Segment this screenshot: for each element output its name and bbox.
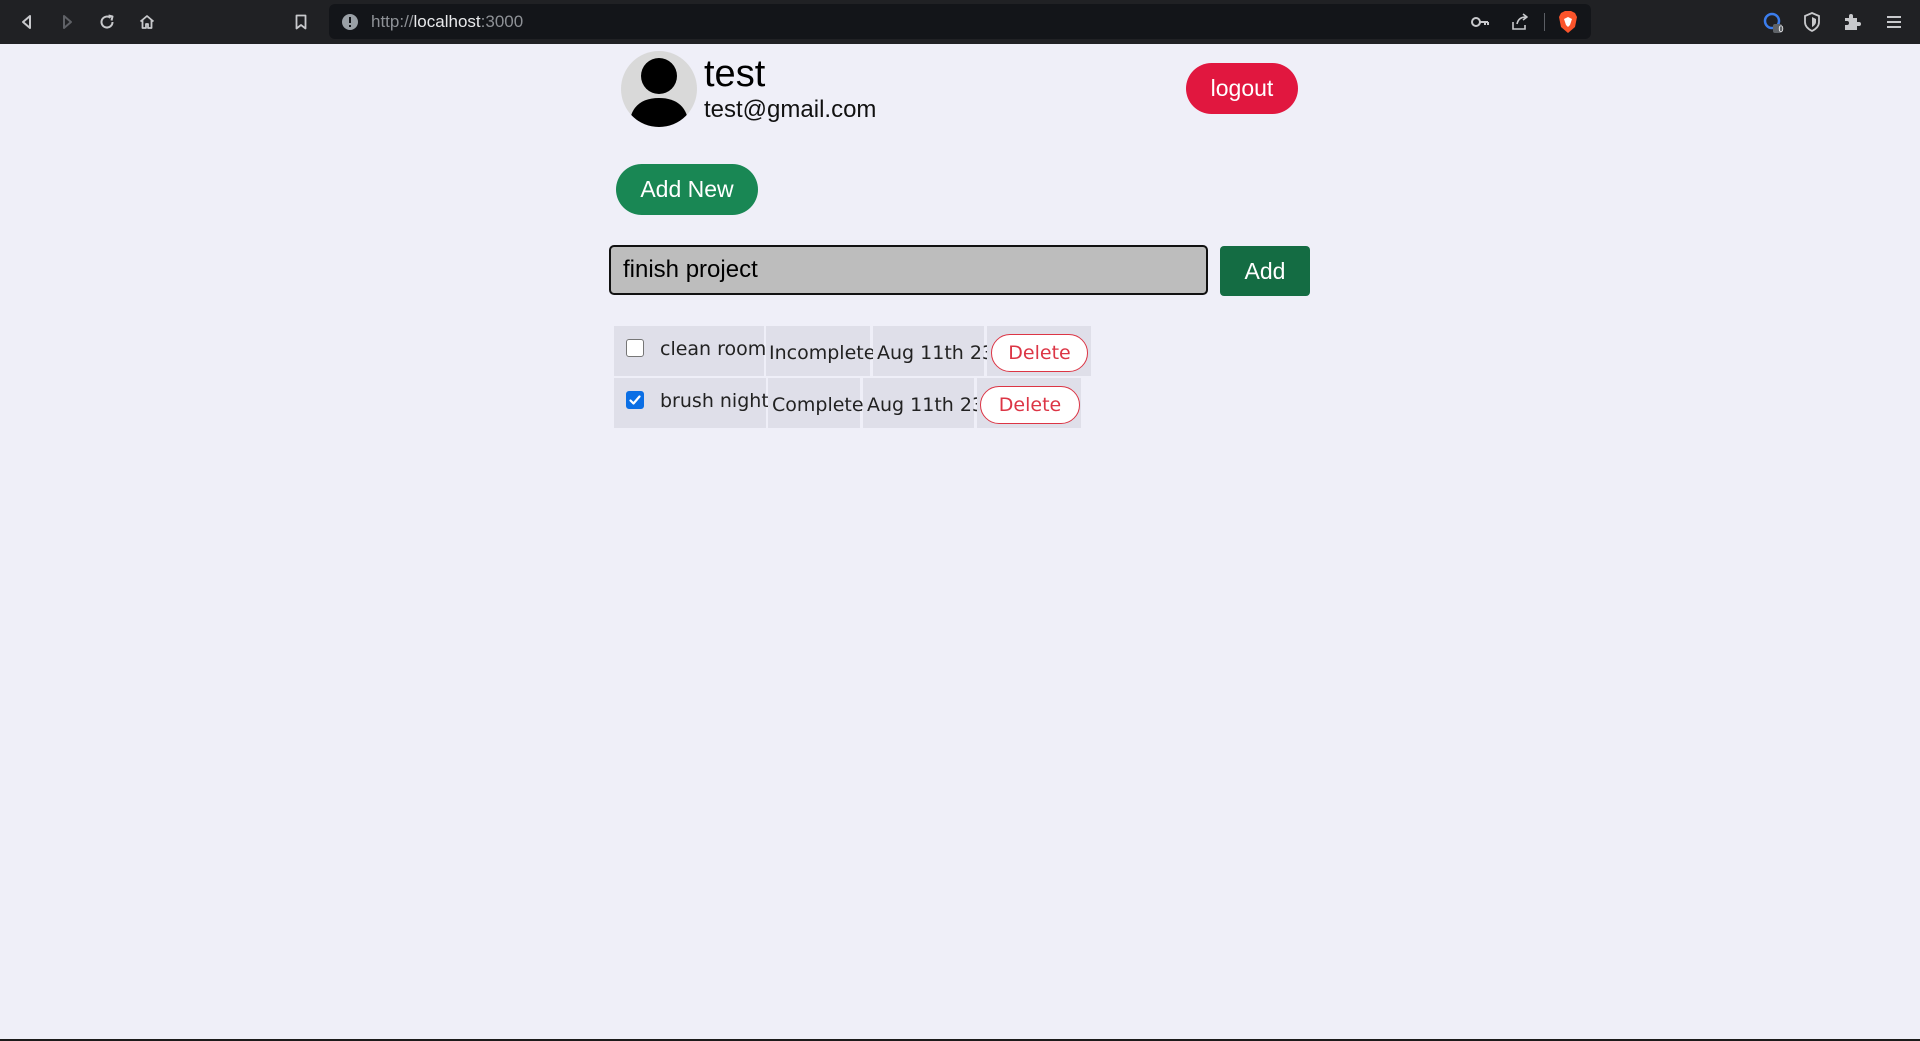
extensions-icon[interactable] [1838,8,1866,36]
todo-title-cell: clean room [614,326,767,376]
logout-button[interactable]: logout [1186,63,1298,114]
todo-checkbox[interactable] [626,391,644,409]
url-host: localhost [413,12,481,31]
todo-status: Incomplete [766,326,875,376]
vpn-shield-icon[interactable] [1798,8,1826,36]
todo-checkbox[interactable] [626,339,644,357]
key-icon[interactable] [1470,12,1490,32]
add-new-button[interactable]: Add New [616,164,758,215]
todo-input[interactable] [609,245,1208,295]
avatar [621,51,697,127]
brave-shield-icon[interactable] [1557,10,1579,34]
delete-button[interactable]: Delete [980,386,1080,424]
todo-title: clean room [660,338,767,360]
url-text[interactable]: http://localhost:3000 [371,12,523,32]
todo-date: Aug 11th 23 [863,378,984,428]
todo-title: brush night [660,390,769,412]
site-info-icon[interactable] [341,13,359,31]
add-todo-button[interactable]: Add [1220,246,1310,296]
url-scheme: http:// [371,12,414,31]
user-email: test@gmail.com [704,96,877,123]
url-port: :3000 [480,12,524,31]
menu-icon[interactable] [1880,8,1908,36]
extension-badge: 0 [1778,24,1784,34]
share-icon[interactable] [1510,12,1530,32]
todo-delete-cell: Delete [987,326,1091,376]
reload-icon[interactable] [93,8,121,36]
todo-date: Aug 11th 23 [873,326,994,376]
user-icon [629,58,689,127]
user-name: test [704,53,766,95]
bookmark-icon[interactable] [287,8,315,36]
delete-button[interactable]: Delete [991,334,1088,372]
todo-delete-cell: Delete [977,378,1081,428]
todo-status: Complete [768,378,864,428]
browser-toolbar: http://localhost:3000 0 [0,0,1920,44]
todo-title-cell: brush night [614,378,769,428]
address-bar[interactable]: http://localhost:3000 [329,4,1591,39]
home-icon[interactable] [133,8,161,36]
forward-icon[interactable] [53,8,81,36]
back-icon[interactable] [13,8,41,36]
separator [1544,13,1545,31]
checkmark-icon [629,395,641,405]
